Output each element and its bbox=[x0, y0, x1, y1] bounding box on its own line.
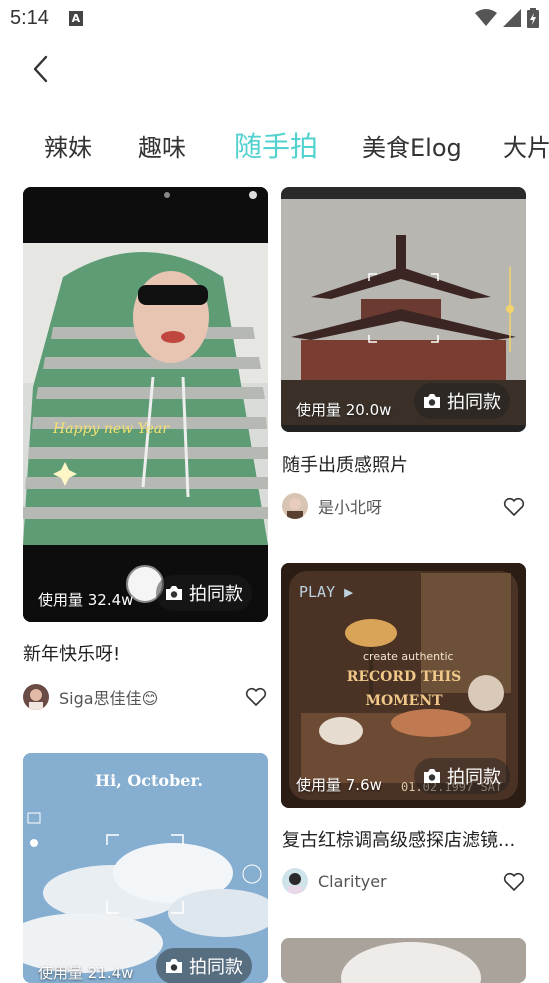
post-image-1 bbox=[23, 187, 268, 622]
notification-a-icon: A bbox=[68, 10, 83, 26]
tab-quwei[interactable]: 趣味 bbox=[138, 128, 186, 163]
post-image-5 bbox=[281, 938, 526, 983]
shoot-same-button[interactable]: 拍同款 bbox=[414, 758, 510, 794]
status-bar: 5:14 A bbox=[0, 0, 549, 36]
usage-count: 使用量 20.0w bbox=[296, 401, 392, 419]
like-heart-icon[interactable] bbox=[244, 685, 268, 709]
overlay-text-happy-new-year: Happy new Year bbox=[53, 421, 169, 437]
avatar bbox=[23, 684, 49, 710]
shoot-same-label: 拍同款 bbox=[189, 584, 243, 605]
author-row[interactable]: Clarityer bbox=[282, 867, 387, 895]
status-time: 5:14 bbox=[10, 6, 49, 29]
play-text: PLAY ▶ bbox=[299, 583, 354, 601]
category-tabs: 辣妹 趣味 随手拍 美食Elog 大片 bbox=[0, 118, 549, 174]
camera-icon bbox=[166, 959, 182, 973]
tab-lamei[interactable]: 辣妹 bbox=[44, 128, 92, 163]
post-title[interactable]: 新年快乐呀! bbox=[23, 640, 120, 666]
shoot-same-label: 拍同款 bbox=[447, 767, 501, 788]
signal-icon bbox=[503, 9, 521, 27]
post-title[interactable]: 随手出质感照片 bbox=[282, 451, 408, 477]
shoot-same-button[interactable]: 拍同款 bbox=[156, 575, 252, 611]
usage-count: 使用量 7.6w bbox=[296, 776, 382, 794]
avatar bbox=[282, 868, 308, 894]
shoot-same-button[interactable]: 拍同款 bbox=[156, 948, 252, 983]
post-card-3[interactable]: PLAY ▶ create authentic RECORD THIS MOME… bbox=[281, 563, 526, 808]
post-card-1[interactable]: Happy new Year 使用量 32.4w 拍同款 bbox=[23, 187, 268, 622]
overlay-text-record: RECORD THIS MOMENT bbox=[346, 669, 462, 709]
like-heart-icon[interactable] bbox=[502, 495, 526, 519]
avatar bbox=[282, 493, 308, 519]
author-name: Siga思佳佳😊 bbox=[59, 689, 159, 708]
camera-icon bbox=[424, 769, 440, 783]
shoot-same-button[interactable]: 拍同款 bbox=[414, 383, 510, 419]
usage-count: 使用量 21.4w bbox=[38, 964, 134, 982]
author-row[interactable]: 是小北呀 bbox=[282, 492, 382, 520]
tab-suishoupai[interactable]: 随手拍 bbox=[234, 125, 318, 165]
back-button[interactable] bbox=[22, 50, 58, 88]
tab-dapian[interactable]: 大片 bbox=[503, 128, 549, 163]
author-row[interactable]: Siga思佳佳😊 bbox=[23, 683, 158, 711]
chevron-left-icon bbox=[33, 55, 48, 83]
like-heart-icon[interactable] bbox=[502, 870, 526, 894]
tab-food-elog[interactable]: 美食Elog bbox=[362, 128, 462, 163]
camera-icon bbox=[166, 586, 182, 600]
author-name: Clarityer bbox=[318, 871, 387, 891]
battery-icon bbox=[527, 8, 539, 28]
shoot-same-label: 拍同款 bbox=[189, 957, 243, 978]
overlay-subtext: create authentic bbox=[363, 650, 454, 663]
camera-icon bbox=[424, 394, 440, 408]
usage-count: 使用量 32.4w bbox=[38, 591, 134, 609]
shoot-same-label: 拍同款 bbox=[447, 392, 501, 413]
author-name: 是小北呀 bbox=[318, 498, 383, 517]
post-card-2[interactable]: 使用量 20.0w 拍同款 bbox=[281, 187, 526, 432]
wifi-icon bbox=[475, 9, 497, 26]
status-icons bbox=[475, 8, 539, 28]
overlay-text-hi-october: Hi, October. bbox=[95, 771, 203, 790]
post-card-4[interactable]: Hi, October. 使用量 21.4w 拍同款 bbox=[23, 753, 268, 983]
post-card-5[interactable] bbox=[281, 938, 526, 983]
post-title[interactable]: 复古红棕调高级感探店滤镜... bbox=[282, 826, 515, 852]
